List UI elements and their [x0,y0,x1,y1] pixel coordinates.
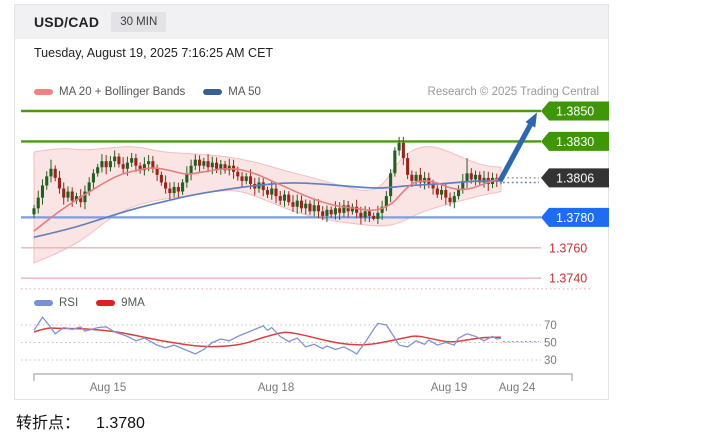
bollinger-band [33,146,502,264]
pivot-point-row: 转折点： 1.3780 [16,409,145,433]
x-tick-label: Aug 18 [258,382,294,394]
x-tick-label: Aug 15 [90,382,126,394]
svg-text:1.3780: 1.3780 [556,211,594,225]
symbol-title: USD/CAD [34,14,100,30]
svg-text:50: 50 [544,338,557,350]
chart-datetime: Tuesday, August 19, 2025 7:16:25 AM CET [34,46,274,60]
price-level-tags: 1.3850 1.3830 1.3806 1.3780 1.3760 1.3740 [541,101,609,286]
timeframe-badge: 30 MIN [111,12,167,32]
ma50-swatch-icon [203,89,223,95]
svg-text:1.3830: 1.3830 [556,135,594,149]
x-tick-label: Aug 24 [499,382,536,394]
projection-arrow [497,112,537,183]
rsi-panel: 70 50 30 [21,315,557,367]
svg-text:70: 70 [544,320,557,332]
pivot-value: 1.3780 [96,415,145,432]
ma20-bollinger-swatch-icon [34,89,53,95]
svg-text:1.3850: 1.3850 [556,105,594,119]
pivot-label: 转折点： [16,415,81,432]
svg-text:30: 30 [544,355,557,367]
chart-card: USD/CAD 30 MIN Tuesday, August 19, 2025 … [14,4,609,400]
x-tick-label: Aug 19 [431,382,467,394]
svg-text:1.3760: 1.3760 [549,241,587,255]
svg-text:1.3806: 1.3806 [556,171,594,185]
chart-header: USD/CAD 30 MIN [15,5,608,39]
last-price-dotted-line [503,177,539,184]
x-axis: Aug 15 Aug 18 Aug 19 Aug 24 [33,373,573,394]
price-chart: 1.3850 1.3830 1.3806 1.3780 1.3760 1.3740 70 50… [21,101,609,394]
svg-text:1.3740: 1.3740 [549,272,587,286]
